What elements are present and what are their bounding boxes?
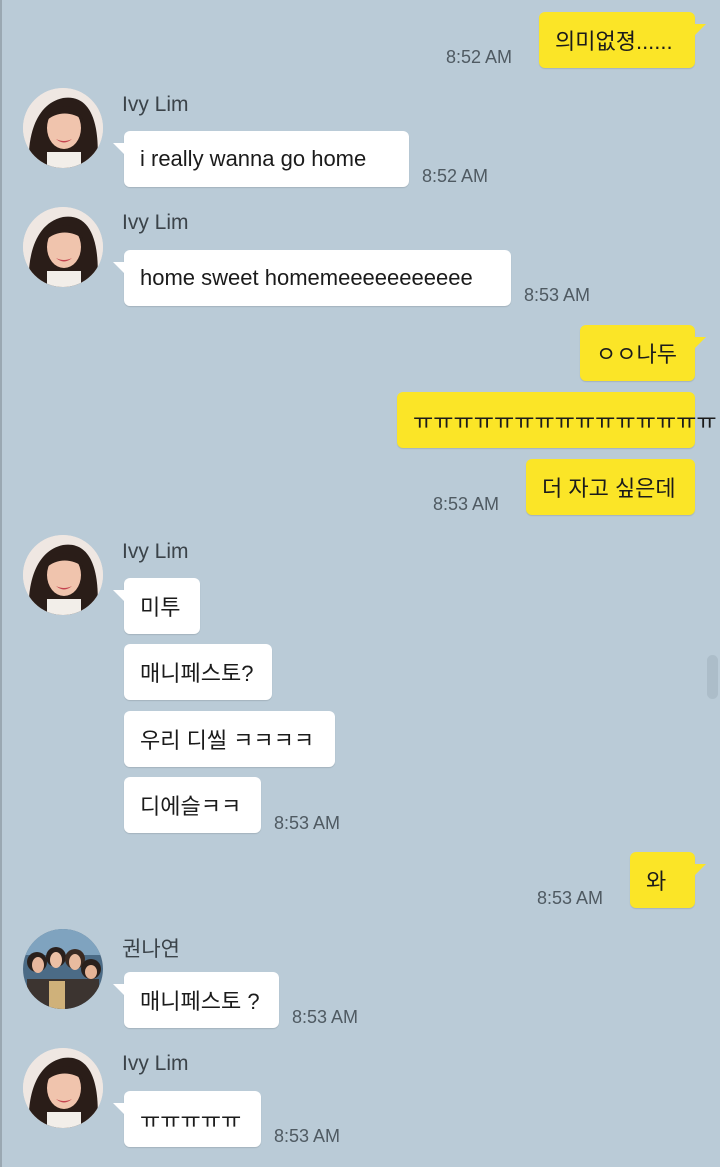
my-message-bubble[interactable]: ㅠㅠㅠㅠㅠㅠㅠㅠㅠㅠㅠㅠㅠㅠㅠ (397, 392, 717, 448)
their-message-bubble[interactable]: home sweet homemeeeeeeeeeee (124, 250, 511, 306)
woman-portrait-avatar-icon (23, 88, 103, 168)
woman-portrait-avatar-icon (23, 535, 103, 615)
their-message-bubble[interactable]: 우리 디씰 ㅋㅋㅋㅋ (124, 711, 335, 767)
bubble-tail (113, 590, 125, 602)
my-message-bubble[interactable]: 더 자고 싶은데 (526, 459, 695, 515)
message-text: home sweet homemeeeeeeeeeee (140, 265, 473, 290)
message-text: 매니페스토? (140, 661, 254, 686)
message-timestamp: 8:52 AM (422, 166, 489, 186)
bubble-tail (694, 24, 706, 36)
ivy-lim-avatar[interactable] (23, 535, 103, 615)
sender-name: Ivy Lim (122, 93, 189, 116)
bubble-tail (694, 864, 706, 876)
their-message-bubble[interactable]: ㅠㅠㅠㅠㅠ (124, 1091, 261, 1147)
message-text: i really wanna go home (140, 146, 367, 171)
message-text: 디에슬ㅋㅋ (140, 794, 242, 819)
bubble-tail (113, 143, 125, 155)
their-message-bubble[interactable]: 미투 (124, 578, 200, 634)
ivy-lim-avatar[interactable] (23, 207, 103, 287)
sender-name: Ivy Lim (122, 1052, 189, 1075)
message-timestamp: 8:53 AM (537, 888, 604, 908)
message-text: 더 자고 싶은데 (542, 476, 676, 501)
message-text: ㅇㅇ나두 (596, 342, 677, 367)
message-text: 미투 (140, 595, 181, 620)
message-text: 의미없졍...... (555, 29, 673, 54)
kwon-nayeon-avatar[interactable] (23, 929, 103, 1009)
message-timestamp: 8:53 AM (292, 1007, 359, 1027)
message-timestamp: 8:53 AM (274, 813, 341, 833)
sender-name: Ivy Lim (122, 211, 189, 234)
message-text: ㅠㅠㅠㅠㅠ (140, 1108, 242, 1133)
chat-window[interactable]: 의미없졍...... 8:52 AM Ivy Lim i really wann… (0, 0, 720, 1167)
their-message-bubble[interactable]: i really wanna go home (124, 131, 409, 187)
ivy-lim-avatar[interactable] (23, 88, 103, 168)
sender-name: 권나연 (122, 938, 180, 961)
their-message-bubble[interactable]: 매니페스토? (124, 644, 272, 700)
message-timestamp: 8:53 AM (433, 494, 500, 514)
woman-portrait-avatar-icon (23, 207, 103, 287)
message-text: 와 (646, 869, 667, 894)
bubble-tail (694, 337, 706, 349)
my-message-bubble[interactable]: 의미없졍...... (539, 12, 695, 68)
their-message-bubble[interactable]: 매니페스토 ? (124, 972, 279, 1028)
message-text: ㅠㅠㅠㅠㅠㅠㅠㅠㅠㅠㅠㅠㅠㅠㅠ (413, 409, 717, 434)
bubble-tail (113, 262, 125, 274)
their-message-bubble[interactable]: 디에슬ㅋㅋ (124, 777, 261, 833)
message-text: 우리 디씰 ㅋㅋㅋㅋ (140, 728, 315, 753)
woman-portrait-avatar-icon (23, 1048, 103, 1128)
bubble-tail (113, 1103, 125, 1115)
group-photo-avatar-icon (23, 929, 103, 1009)
message-text: 매니페스토 ? (140, 989, 260, 1014)
bubble-tail (113, 984, 125, 996)
my-message-bubble[interactable]: ㅇㅇ나두 (580, 325, 695, 381)
my-message-bubble[interactable]: 와 (630, 852, 695, 908)
ivy-lim-avatar[interactable] (23, 1048, 103, 1128)
scrollbar-thumb[interactable] (707, 655, 718, 699)
message-timestamp: 8:53 AM (524, 285, 591, 305)
message-timestamp: 8:53 AM (274, 1126, 341, 1146)
message-timestamp: 8:52 AM (446, 47, 513, 67)
sender-name: Ivy Lim (122, 540, 189, 563)
